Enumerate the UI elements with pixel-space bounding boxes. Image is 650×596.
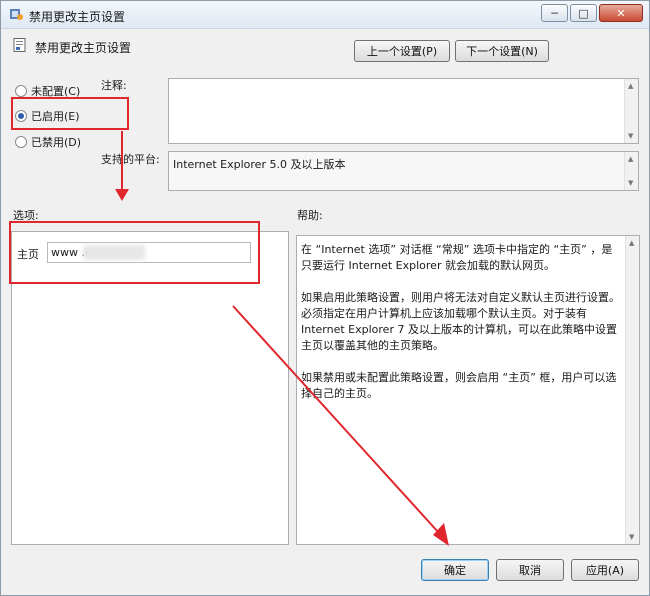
policy-settings-icon bbox=[10, 9, 23, 20]
scroll-up-icon[interactable]: ▲ bbox=[628, 82, 633, 90]
help-paragraph: 如果启用此策略设置，则用户将无法对自定义默认主页进行设置。必须指定在用户计算机上… bbox=[301, 291, 620, 352]
platform-scrollbar[interactable]: ▲ ▼ bbox=[624, 152, 638, 190]
comment-scrollbar[interactable]: ▲ ▼ bbox=[624, 79, 638, 143]
supported-platform-value: Internet Explorer 5.0 及以上版本 bbox=[173, 158, 346, 171]
next-setting-button[interactable]: 下一个设置(N) bbox=[455, 40, 549, 62]
radio-circle[interactable] bbox=[15, 136, 27, 148]
cancel-button[interactable]: 取消 bbox=[496, 559, 564, 581]
help-label: 帮助: bbox=[297, 209, 323, 222]
policy-dialog: 禁用更改主页设置 ─ □ ✕ 禁用更改主页设置 上一个设置(P) 下一个设置(N… bbox=[0, 0, 650, 596]
help-panel: 在 “Internet 选项” 对话框 “常规” 选项卡中指定的 “主页” ，是… bbox=[296, 235, 640, 545]
apply-button[interactable]: 应用(A) bbox=[571, 559, 639, 581]
previous-setting-button[interactable]: 上一个设置(P) bbox=[354, 40, 450, 62]
scroll-down-icon[interactable]: ▼ bbox=[629, 533, 634, 541]
radio-disabled[interactable]: 已禁用(D) bbox=[15, 134, 81, 150]
maximize-button[interactable]: □ bbox=[570, 4, 597, 22]
home-page-highlight-box bbox=[9, 221, 260, 284]
scroll-down-icon[interactable]: ▼ bbox=[628, 132, 633, 140]
scroll-up-icon[interactable]: ▲ bbox=[628, 155, 633, 163]
help-paragraph: 如果禁用或未配置此策略设置，则会启用 “主页” 框，用户可以选择自己的主页。 bbox=[301, 371, 617, 400]
supported-platform-box: Internet Explorer 5.0 及以上版本 ▲ ▼ bbox=[168, 151, 639, 191]
enabled-highlight-box bbox=[11, 97, 129, 130]
comment-textarea[interactable]: ▲ ▼ bbox=[168, 78, 639, 144]
window-title: 禁用更改主页设置 bbox=[29, 10, 126, 24]
ok-button[interactable]: 确定 bbox=[421, 559, 489, 581]
arrow-down-head bbox=[115, 189, 129, 201]
radio-circle[interactable] bbox=[15, 85, 27, 97]
help-scrollbar[interactable]: ▲ ▼ bbox=[625, 236, 639, 544]
title-bar: 禁用更改主页设置 ─ □ ✕ bbox=[1, 1, 649, 29]
radio-label: 已禁用(D) bbox=[31, 136, 82, 149]
policy-document-icon bbox=[13, 38, 26, 52]
help-paragraph: 在 “Internet 选项” 对话框 “常规” 选项卡中指定的 “主页” ，是… bbox=[301, 243, 613, 272]
scroll-up-icon[interactable]: ▲ bbox=[629, 239, 634, 247]
comment-label: 注释: bbox=[101, 79, 127, 92]
close-button[interactable]: ✕ bbox=[599, 4, 643, 22]
policy-title: 禁用更改主页设置 bbox=[35, 41, 132, 55]
scroll-down-icon[interactable]: ▼ bbox=[628, 179, 633, 187]
supported-platform-label: 支持的平台: bbox=[101, 153, 160, 166]
minimize-button[interactable]: ─ bbox=[541, 4, 568, 22]
help-text: 在 “Internet 选项” 对话框 “常规” 选项卡中指定的 “主页” ，是… bbox=[301, 242, 621, 418]
